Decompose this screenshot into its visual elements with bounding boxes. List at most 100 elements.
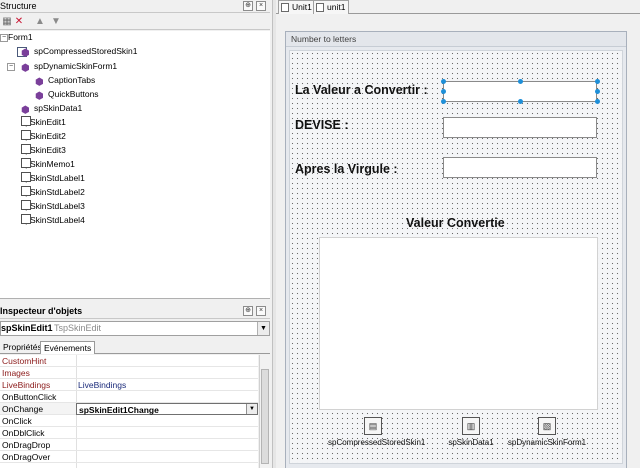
selection-handle[interactable] [595,89,600,94]
virgule-edit[interactable] [443,157,597,178]
nonvisual-dynamic-skin-form[interactable]: ▧ spDynamicSkinForm1 [502,417,592,447]
down-arrow-icon[interactable]: ▼ [50,16,62,28]
property-name: OnDblClick [2,428,45,438]
edit-control-icon [21,116,31,126]
inspector-scrollbar[interactable] [259,355,270,468]
grid-row[interactable]: Images [0,367,258,379]
inspector-title-bar: Inspecteur d'objets ⊕ × [0,305,270,319]
component-label: spCompressedStoredSkin1 [328,438,426,447]
inspector-title: Inspecteur d'objets [0,306,83,316]
result-memo[interactable] [319,237,598,410]
left-dock: Structure ⊕ × ▦ ✕ ▲ ▼ − Form1 ⬢ spCompres… [0,0,273,468]
tree-item[interactable]: spSkinStdLabel3 [21,200,85,213]
structure-toolbar: ▦ ✕ ▲ ▼ [0,14,270,30]
close-icon[interactable]: × [256,306,266,316]
selection-handle[interactable] [441,79,446,84]
grid-row[interactable]: OnDragDrop [0,439,258,451]
label-devise[interactable]: DEVISE : [295,118,349,132]
tree-item-form1[interactable]: Form1 [8,31,33,57]
structure-title: Structure [0,1,37,11]
grid-row[interactable]: CustomHint [0,355,258,367]
tree-item[interactable]: ⬢ spCompressedStoredSkin1 [21,45,137,59]
grid-row[interactable]: OnDblClick [0,427,258,439]
pin-icon[interactable]: ⊕ [243,1,253,11]
tree-item[interactable]: spSkinStdLabel2 [21,186,85,199]
component-icon: ⬢ [35,77,44,88]
skin-data-icon: ▥ [462,417,480,435]
tree-item[interactable]: spSkinEdit1 [21,116,66,129]
label-result[interactable]: Valeur Convertie [406,216,505,230]
form-caption-bar[interactable]: Number to letters [286,32,626,47]
inspector-component-select[interactable]: spSkinEdit1 TspSkinEdit ▼ [0,321,270,336]
chevron-down-icon[interactable]: ▼ [246,404,257,414]
form-designer: Number to letters La Valeur a Convertir … [276,15,640,468]
tab-properties[interactable]: Propriétés [0,341,45,354]
grid-row[interactable]: OnDragOver [0,451,258,463]
selection-handle[interactable] [441,99,446,104]
file-icon [316,3,324,12]
selection-handle[interactable] [595,99,600,104]
selection-handle[interactable] [441,89,446,94]
form-client-area[interactable]: La Valeur a Convertir : DEVISE : Apres l… [289,50,623,464]
skin-form-icon: ▧ [538,417,556,435]
selected-component-type: TspSkinEdit [54,323,102,333]
structure-tree: − Form1 ⬢ spCompressedStoredSkin1 − ⬢ spDy… [0,31,270,299]
designed-form[interactable]: Number to letters La Valeur a Convertir … [285,31,627,468]
close-icon[interactable]: × [256,1,266,11]
selection-handle[interactable] [518,79,523,84]
tree-item[interactable]: spSkinStdLabel1 [21,172,85,185]
selected-component-name: spSkinEdit1 [1,323,53,333]
nonvisual-stored-skin[interactable]: ▤ spCompressedStoredSkin1 [328,417,425,447]
pin-icon[interactable]: ⊕ [243,306,253,316]
grid-row[interactable]: LiveBindings LiveBindings [0,379,258,391]
tree-item[interactable]: spSkinEdit3 [21,144,66,157]
tree-item[interactable]: ⬢ spDynamicSkinForm1 [21,60,117,74]
stored-skin-icon: ▤ [364,417,382,435]
property-name: LiveBindings [2,380,51,390]
event-handler-input[interactable]: spSkinEdit1Change ▼ [76,403,258,415]
tree-expander[interactable]: − [0,34,8,42]
selection-handle[interactable] [518,99,523,104]
tab-unit1-code[interactable]: unit1 [313,0,350,14]
chevron-down-icon[interactable]: ▼ [257,322,269,335]
tree-item-label: QuickButtons [48,89,99,99]
tree-item-label: spSkinData1 [34,103,83,113]
tree-item[interactable]: ⬢ QuickButtons [35,88,99,102]
label-control-icon [21,186,31,196]
tree-item[interactable]: spSkinMemo1 [21,158,75,171]
component-label: spDynamicSkinForm1 [507,438,587,447]
scrollbar-thumb[interactable] [261,369,269,464]
property-name: OnClick [2,416,32,426]
property-value[interactable]: LiveBindings [78,379,126,391]
tree-item-label: CaptionTabs [48,75,96,85]
label-control-icon [21,172,31,182]
file-icon [281,3,289,12]
grid-row[interactable]: OnClick [0,415,258,427]
tree-item[interactable]: ⬢ spSkinData1 [21,102,83,116]
tree-item[interactable]: ⬢ CaptionTabs [35,74,96,88]
grid-row[interactable]: OnButtonClick [0,391,258,403]
inspector-grid: CustomHint Images LiveBindings LiveBindi… [0,355,258,468]
tree-expander[interactable]: − [7,63,15,71]
editor-tabs: Unit1 unit1 [276,0,640,14]
grid-row-selected[interactable]: OnChange spSkinEdit1Change ▼ [0,403,258,415]
tree-item[interactable]: spSkinEdit2 [21,130,66,143]
tab-label: unit1 [327,2,346,12]
label-virgule[interactable]: Apres la Virgule : [295,162,398,176]
form-caption: Number to letters [291,34,357,44]
property-name: Images [2,368,30,378]
expand-icon[interactable]: ▦ [1,16,13,28]
property-name: CustomHint [2,356,47,366]
delete-icon[interactable]: ✕ [13,16,25,28]
property-name: OnChange [2,404,44,414]
devise-edit[interactable] [443,117,597,138]
memo-control-icon [21,158,31,168]
selection-handle[interactable] [595,79,600,84]
component-icon: ⬢ [21,63,30,74]
tab-events[interactable]: Evénements [40,341,96,354]
up-arrow-icon[interactable]: ▲ [34,16,46,28]
label-valeur[interactable]: La Valeur a Convertir : [295,83,428,97]
tab-unit1-design[interactable]: Unit1 [278,0,316,14]
tree-item[interactable]: spSkinStdLabel4 [21,214,85,227]
component-icon: ⬢ [35,91,44,102]
